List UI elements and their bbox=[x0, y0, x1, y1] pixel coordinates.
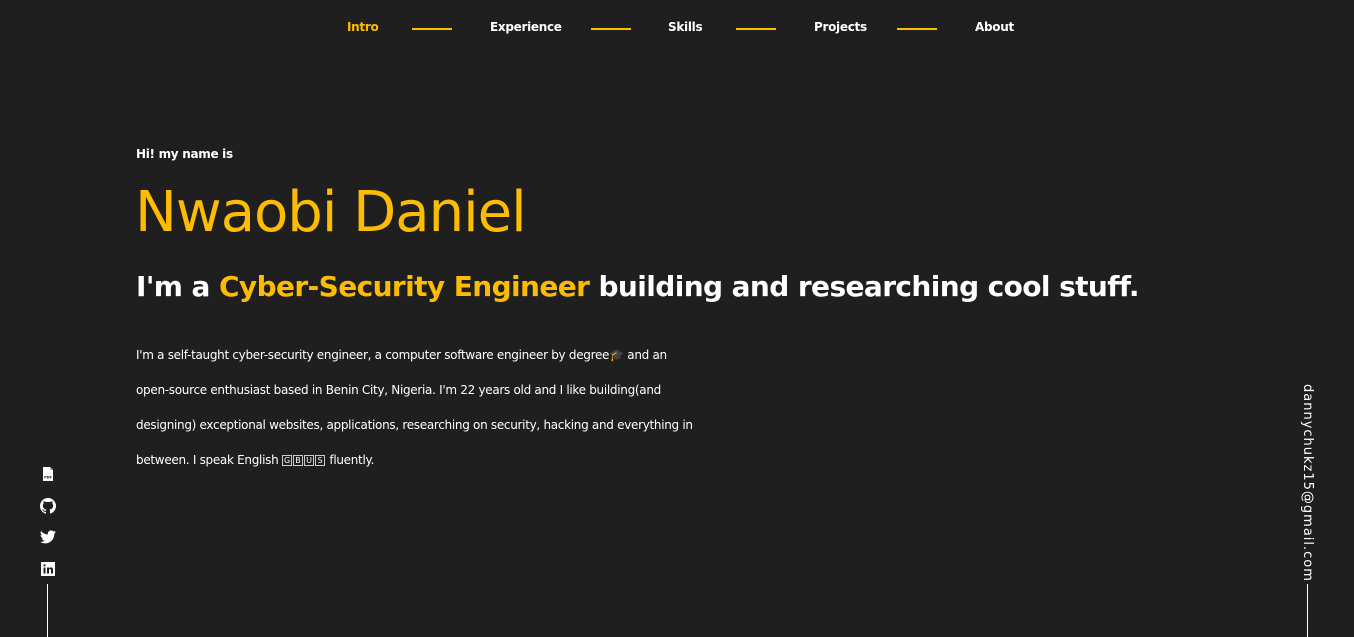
nav-experience[interactable]: Experience bbox=[490, 20, 562, 34]
flag-letter: S bbox=[314, 455, 325, 466]
nav-about[interactable]: About bbox=[975, 20, 1014, 34]
nav-divider bbox=[897, 28, 937, 30]
greeting: Hi! my name is bbox=[136, 147, 233, 161]
flag-letter: G bbox=[281, 455, 292, 466]
bio-text: I'm a self-taught cyber-security enginee… bbox=[136, 348, 693, 467]
svg-text:PDF: PDF bbox=[44, 476, 52, 480]
bio: I'm a self-taught cyber-security enginee… bbox=[136, 338, 696, 478]
flag-letter: U bbox=[303, 455, 314, 466]
email-link[interactable]: dannychukz15@gmail.com bbox=[1300, 384, 1315, 582]
nav-divider bbox=[736, 28, 776, 30]
twitter-icon[interactable] bbox=[40, 529, 56, 545]
social-links: PDF bbox=[40, 466, 56, 592]
nav-divider bbox=[412, 28, 452, 30]
tagline-highlight: Cyber-Security Engineer bbox=[218, 270, 590, 303]
nav-projects[interactable]: Projects bbox=[814, 20, 867, 34]
hero-name: Nwaobi Daniel bbox=[135, 180, 527, 245]
tagline-suffix: building and researching cool stuff. bbox=[589, 270, 1139, 303]
pdf-icon[interactable]: PDF bbox=[40, 466, 56, 482]
tagline-prefix: I'm a bbox=[136, 270, 219, 303]
nav-skills[interactable]: Skills bbox=[668, 20, 703, 34]
top-nav: Intro Experience Skills Projects About bbox=[0, 20, 1354, 38]
nav-intro[interactable]: Intro bbox=[347, 20, 379, 34]
tagline: I'm a Cyber-Security Engineer building a… bbox=[136, 270, 1140, 303]
left-divider-line bbox=[47, 584, 48, 637]
flag-letter: B bbox=[292, 455, 303, 466]
nav-divider bbox=[591, 28, 631, 30]
bio-end: fluently. bbox=[325, 453, 375, 467]
github-icon[interactable] bbox=[40, 497, 56, 514]
right-divider-line bbox=[1307, 584, 1308, 637]
linkedin-icon[interactable] bbox=[40, 561, 56, 577]
